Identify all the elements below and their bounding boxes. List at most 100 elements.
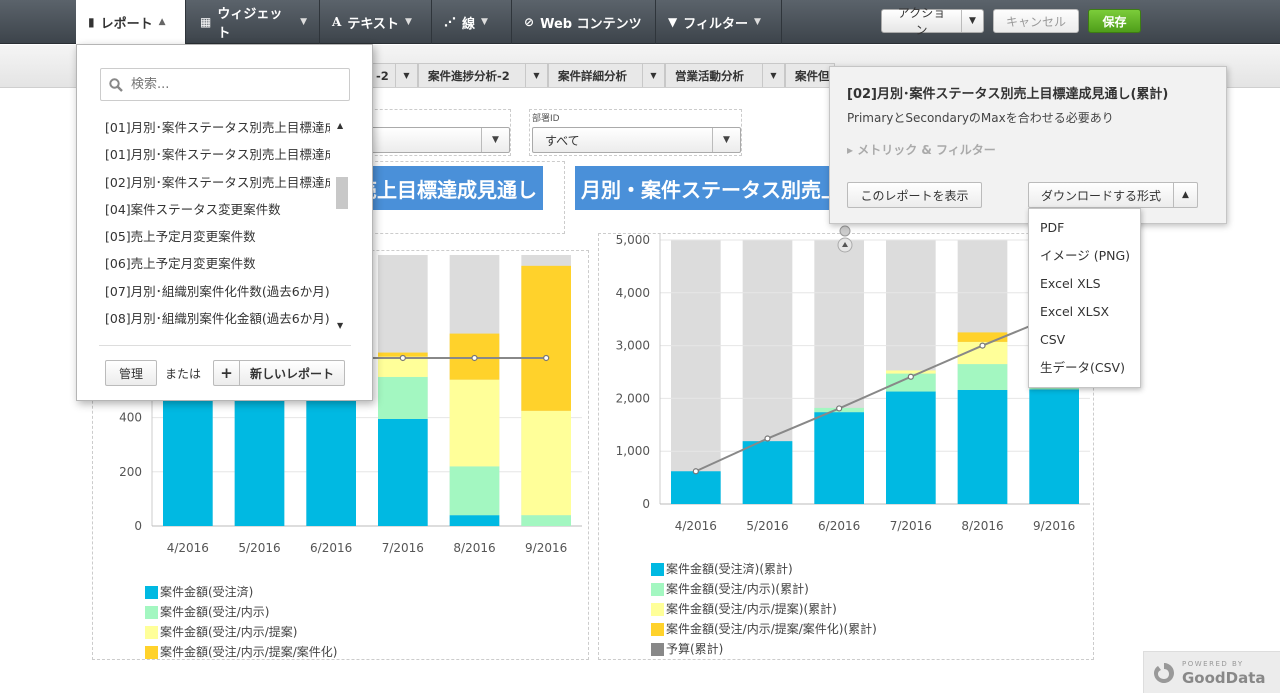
manage-button[interactable]: 管理 <box>105 360 157 386</box>
report-list-item[interactable]: [02]月別･案件ステータス別売上目標達成見通し(累計) <box>105 169 330 196</box>
download-option-xls[interactable]: Excel XLS <box>1029 270 1140 298</box>
legend-swatch <box>651 602 664 616</box>
cancel-button[interactable]: キャンセル <box>993 9 1079 33</box>
text-icon: A <box>332 15 342 29</box>
legend-swatch <box>651 582 664 596</box>
show-report-button[interactable]: このレポートを表示 <box>847 182 982 208</box>
report-list-item[interactable]: [04]案件ステータス変更案件数 <box>105 196 330 223</box>
chevron-down-icon[interactable]: ▼ <box>642 64 664 87</box>
tab-label: 案件但 <box>795 68 830 83</box>
tab-item[interactable]: 案件但 <box>785 63 835 87</box>
legend-item[interactable]: 案件金額(受注/内示) <box>145 602 338 622</box>
save-button[interactable]: 保存 <box>1088 9 1141 33</box>
toolbar-report-menu[interactable]: ▮ レポート ▲ <box>76 0 186 44</box>
x-tick-label: 6/2016 <box>310 541 352 555</box>
x-tick-label: 9/2016 <box>1033 519 1075 533</box>
download-option-xlsx[interactable]: Excel XLSX <box>1029 298 1140 326</box>
report-search-box[interactable] <box>100 68 350 101</box>
action-button[interactable]: アクション ▼ <box>881 6 984 37</box>
toolbar-widget-menu[interactable]: ▦ ウィジェット ▼ <box>188 0 320 44</box>
new-report-label: 新しいレポート <box>250 366 335 381</box>
line-point <box>692 468 699 475</box>
chevron-up-icon[interactable]: ▲ <box>1173 183 1197 207</box>
toolbar-line-menu[interactable]: ⋰ 線 ▼ <box>432 0 512 44</box>
legend-item[interactable]: 案件金額(受注/内示)(累計) <box>651 579 877 599</box>
report-info-description: PrimaryとSecondaryのMaxを合わせる必要あり <box>847 111 1114 125</box>
download-option-pdf[interactable]: PDF <box>1029 214 1140 242</box>
filter-select-hidden[interactable]: ▼ <box>362 127 510 153</box>
legend-item[interactable]: 予算(累計) <box>651 639 877 659</box>
report-search-input[interactable] <box>131 77 331 92</box>
legend-label: 案件金額(受注/内示/提案) <box>160 625 298 639</box>
new-report-button[interactable]: + 新しいレポート <box>213 360 345 386</box>
toolbar-item-label: フィルター <box>683 16 748 32</box>
bar-segment <box>957 364 1008 390</box>
scroll-up-icon[interactable]: ▲ <box>337 121 343 130</box>
tab-item[interactable]: 営業活動分析 ▼ <box>665 63 785 87</box>
legend-swatch <box>651 562 664 576</box>
chevron-down-icon[interactable]: ▼ <box>395 64 417 87</box>
tab-item[interactable]: 案件進捗分析-2 ▼ <box>418 63 548 87</box>
caret-down-icon: ▼ <box>481 17 488 27</box>
dept-filter-select[interactable]: すべて ▼ <box>532 127 741 153</box>
report-info-title: [02]月別･案件ステータス別売上目標達成見通し(累計) <box>847 87 1169 102</box>
download-format-button[interactable]: ダウンロードする形式 ▲ <box>1028 182 1198 208</box>
bar-segment <box>521 410 571 516</box>
toolbar-filter-menu[interactable]: ▼ フィルター ▼ <box>656 0 782 44</box>
y-tick-label: 200 <box>119 465 142 479</box>
scroll-down-icon[interactable]: ▼ <box>337 321 343 330</box>
metrics-filters-toggle[interactable]: ▸ メトリック & フィルター <box>847 141 996 158</box>
toolbar-item-label: 線 <box>462 16 476 32</box>
report-list-item[interactable]: [08]月別･組織別案件化金額(過去6か月) <box>105 305 330 332</box>
tab-item[interactable]: -2 ▼ <box>366 63 418 87</box>
gooddata-logo-icon <box>1154 663 1174 683</box>
legend-item[interactable]: 案件金額(受注済) <box>145 582 338 602</box>
web-content-icon: ⊘ <box>524 15 535 29</box>
report-list-scrollbar[interactable] <box>335 117 349 332</box>
top-toolbar: ▮ レポート ▲ ▦ ウィジェット ▼ A テキスト ▼ ⋰ 線 ▼ ⊘ Web… <box>0 0 1280 44</box>
line-point <box>907 373 914 380</box>
chevron-down-icon[interactable]: ▼ <box>712 128 740 152</box>
toolbar-web-content[interactable]: ⊘ Web コンテンツ <box>512 0 656 44</box>
chevron-down-icon[interactable]: ▼ <box>762 64 784 87</box>
bar-segment <box>449 515 500 526</box>
chevron-down-icon[interactable]: ▼ <box>481 128 509 152</box>
right-headline: 月別・案件ステータス別売上目標達成見通し(累計) <box>575 166 835 210</box>
report-list-item[interactable]: [01]月別･案件ステータス別売上目標達成見通し <box>105 114 330 141</box>
legend-item[interactable]: 案件金額(受注/内示/提案) <box>145 622 338 642</box>
bar-segment <box>742 441 793 504</box>
scrollbar-thumb[interactable] <box>336 177 348 209</box>
bar-segment <box>449 379 500 467</box>
bar-segment <box>521 265 571 411</box>
legend-swatch <box>651 622 664 636</box>
legend-item[interactable]: 案件金額(受注/内示/提案)(累計) <box>651 599 877 619</box>
toolbar-text-menu[interactable]: A テキスト ▼ <box>320 0 432 44</box>
popup-anchor-handle[interactable] <box>837 225 853 253</box>
bar-segment <box>1029 389 1079 504</box>
y-tick-label: 4,000 <box>616 286 650 300</box>
chevron-down-icon[interactable]: ▼ <box>961 10 983 32</box>
report-list-item[interactable]: [01]月別･案件ステータス別売上目標達成見通し(累計) <box>105 141 330 168</box>
legend-item[interactable]: 案件金額(受注/内示/提案/案件化) <box>145 642 338 662</box>
report-list-item[interactable]: [06]売上予定月変更案件数 <box>105 250 330 277</box>
report-list-item[interactable]: [05]売上予定月変更案件数 <box>105 223 330 250</box>
bar-segment <box>814 412 864 504</box>
download-option-csv[interactable]: CSV <box>1029 326 1140 354</box>
legend-label: 案件金額(受注/内示/提案)(累計) <box>666 602 837 616</box>
legend-label: 予算(累計) <box>666 642 724 656</box>
right-chart-legend: 案件金額(受注済)(累計) 案件金額(受注/内示)(累計) 案件金額(受注/内示… <box>651 559 877 659</box>
or-label: または <box>165 367 202 381</box>
legend-item[interactable]: 案件金額(受注済)(累計) <box>651 559 877 579</box>
powered-by-gooddata-badge[interactable]: POWERED BY GoodData <box>1143 651 1280 693</box>
download-option-png[interactable]: イメージ (PNG) <box>1029 242 1140 270</box>
line-point <box>471 354 478 362</box>
x-tick-label: 8/2016 <box>453 541 495 555</box>
report-list-item[interactable]: [07]月別･組織別案件化件数(過去6か月) <box>105 278 330 305</box>
tab-item[interactable]: 案件詳細分析 ▼ <box>548 63 665 87</box>
download-button-label: ダウンロードする形式 <box>1040 188 1161 203</box>
action-button-label: アクション <box>897 6 946 37</box>
download-option-raw-csv[interactable]: 生データ(CSV) <box>1029 354 1140 382</box>
legend-item[interactable]: 案件金額(受注/内示/提案/案件化)(累計) <box>651 619 877 639</box>
chevron-down-icon[interactable]: ▼ <box>525 64 547 87</box>
legend-label: 案件金額(受注/内示/提案/案件化) <box>160 645 338 659</box>
